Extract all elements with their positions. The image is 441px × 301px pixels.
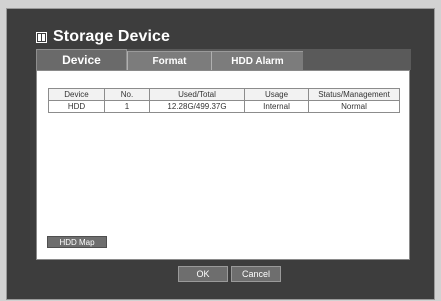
hdd-map-button[interactable]: HDD Map <box>47 236 107 248</box>
table-row[interactable]: HDD 1 12.28G/499.37G Internal Normal <box>48 100 400 113</box>
cell-status: Normal <box>308 100 400 113</box>
dialog-title-bar: Storage Device <box>36 27 170 47</box>
cell-no: 1 <box>104 100 150 113</box>
table-header-row: Device No. Used/Total Usage Status/Manag… <box>48 88 400 101</box>
tab-hdd-alarm[interactable]: HDD Alarm <box>211 51 303 70</box>
dialog-title: Storage Device <box>53 28 171 45</box>
device-panel: Device No. Used/Total Usage Status/Manag… <box>36 70 410 260</box>
column-header-used-total: Used/Total <box>149 88 245 101</box>
cell-device: HDD <box>48 100 105 113</box>
tab-format[interactable]: Format <box>127 51 211 70</box>
column-header-device: Device <box>48 88 105 101</box>
cancel-button[interactable]: Cancel <box>231 266 281 282</box>
ok-button[interactable]: OK <box>178 266 228 282</box>
storage-table: Device No. Used/Total Usage Status/Manag… <box>48 88 400 113</box>
tab-bar: Device Format HDD Alarm <box>36 49 303 70</box>
storage-icon <box>36 31 47 43</box>
cell-usage: Internal <box>244 100 309 113</box>
column-header-usage: Usage <box>244 88 309 101</box>
tab-device[interactable]: Device <box>36 49 127 70</box>
cell-used-total: 12.28G/499.37G <box>149 100 245 113</box>
column-header-status: Status/Management <box>308 88 400 101</box>
column-header-no: No. <box>104 88 150 101</box>
